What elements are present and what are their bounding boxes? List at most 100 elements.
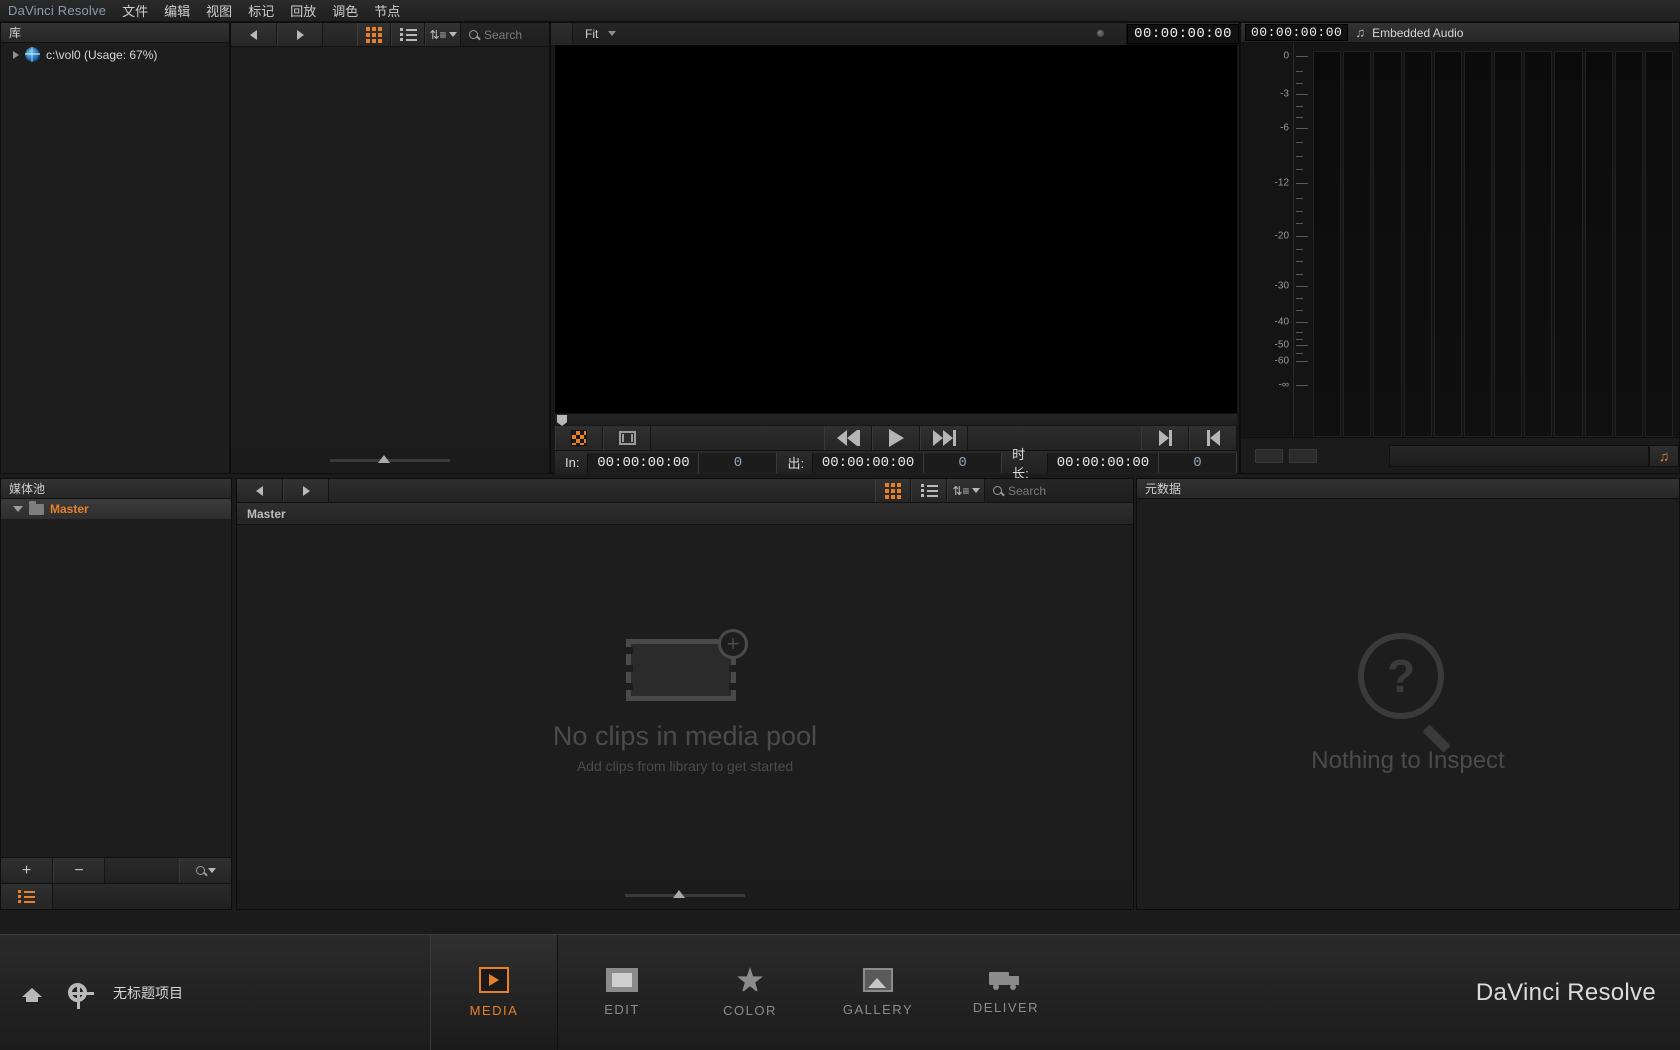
browser-search-input[interactable]: Search [461, 23, 549, 46]
pool-forward-button[interactable] [283, 479, 329, 502]
app-menu-davinci-resolve[interactable]: DaVinci Resolve [8, 3, 106, 18]
browser-zoom-handle[interactable] [378, 454, 390, 463]
media-pool-title: 媒体池 [1, 479, 231, 499]
media-pool-filter-button[interactable] [179, 858, 231, 883]
viewer-scrubber[interactable] [555, 413, 1237, 426]
browser-zoom-slider[interactable] [231, 447, 549, 473]
page-button-gallery[interactable]: GALLERY [814, 935, 942, 1050]
audio-channel-12[interactable] [1644, 51, 1674, 437]
pool-sort-button[interactable]: ⇅≡ [947, 479, 985, 502]
db-label-m6: -6 [1280, 122, 1289, 134]
in-point-timecode[interactable]: 00:00:00:00 [587, 452, 700, 473]
browser-zoom-track[interactable] [330, 454, 450, 463]
media-pool-empty-state[interactable]: + No clips in media pool Add clips from … [237, 525, 1133, 881]
home-icon[interactable] [22, 984, 42, 1002]
library-tree[interactable]: c:\vol0 (Usage: 67%) [1, 43, 229, 473]
pool-back-button[interactable] [237, 479, 283, 502]
menu-item-view[interactable]: 视图 [206, 1, 232, 20]
out-point-timecode[interactable]: 00:00:00:00 [812, 452, 925, 473]
page-label-color: COLOR [723, 1003, 777, 1018]
menu-item-playback[interactable]: 回放 [290, 1, 316, 20]
audio-channel-8[interactable] [1524, 51, 1553, 437]
audio-db-ticks [1293, 43, 1309, 437]
chevron-left-icon [250, 29, 257, 40]
pool-list-view-button[interactable] [911, 479, 947, 502]
audio-footer-strip[interactable] [1389, 444, 1649, 467]
audio-channel-6[interactable] [1463, 51, 1493, 437]
browser-list-view-button[interactable] [391, 23, 425, 46]
play-button[interactable] [872, 426, 920, 450]
viewer-zoom-select[interactable]: Fit [573, 22, 1128, 45]
audio-timecode[interactable]: 00:00:00:00 [1245, 24, 1349, 41]
pool-search-input[interactable]: Search [985, 479, 1133, 502]
db-label-m40: -40 [1274, 316, 1289, 328]
audio-channel-5[interactable] [1433, 51, 1462, 437]
disclosure-triangle-down-icon[interactable] [13, 506, 23, 512]
pool-thumbnail-view-button[interactable] [875, 479, 911, 502]
audio-channel-11[interactable] [1614, 51, 1643, 437]
viewer-options-button[interactable] [551, 22, 573, 45]
pool-zoom-handle[interactable] [673, 889, 685, 898]
jump-to-start-button[interactable] [824, 426, 872, 450]
page-button-edit[interactable]: EDIT [558, 935, 686, 1050]
globe-icon [25, 47, 40, 62]
pool-toolbar-gap [329, 479, 875, 502]
menu-item-mark[interactable]: 标记 [248, 1, 274, 20]
viewer-inout-bar: In: 00:00:00:00 0 出: 00:00:00:00 0 时长: 0… [555, 447, 1237, 481]
menu-item-edit[interactable]: 编辑 [164, 1, 190, 20]
audio-channel-7[interactable] [1494, 51, 1523, 437]
in-point-frames[interactable]: 0 [699, 452, 778, 473]
playhead-icon[interactable] [557, 415, 567, 426]
audio-footer-box-2[interactable] [1289, 448, 1317, 463]
music-note-icon: ♫ [1658, 447, 1670, 464]
bottom-bar-spacer [0, 914, 1680, 934]
audio-channel-2[interactable] [1343, 51, 1372, 437]
pool-zoom-slider[interactable] [237, 881, 1133, 909]
metadata-view-button[interactable] [1, 884, 53, 909]
mark-out-button[interactable] [1141, 426, 1189, 450]
menu-item-nodes[interactable]: 节点 [374, 1, 400, 20]
gear-icon[interactable] [68, 983, 94, 1009]
duration-timecode[interactable]: 00:00:00:00 [1047, 452, 1159, 473]
viewer-timecode[interactable]: 00:00:00:00 [1127, 23, 1239, 44]
library-item-volume[interactable]: c:\vol0 (Usage: 67%) [1, 43, 229, 66]
media-pool-bin-master[interactable]: Master [1, 499, 231, 519]
disclosure-triangle-icon[interactable] [13, 50, 19, 59]
mark-in-button[interactable] [1189, 426, 1237, 450]
remove-bin-button[interactable]: − [53, 858, 105, 883]
audio-channel-9[interactable] [1554, 51, 1583, 437]
filmstrip-view-button[interactable] [603, 426, 651, 450]
menu-item-file[interactable]: 文件 [122, 1, 148, 20]
duration-label: 时长: [1012, 446, 1029, 481]
viewer-zoom-value: Fit [585, 26, 599, 41]
menu-item-color[interactable]: 调色 [332, 1, 358, 20]
skip-back-icon [836, 430, 860, 446]
browser-back-button[interactable] [231, 23, 277, 46]
chevron-right-icon [302, 485, 310, 496]
out-point-frames[interactable]: 0 [924, 452, 1003, 473]
duration-frames[interactable]: 0 [1159, 452, 1237, 473]
audio-footer-box-1[interactable] [1255, 448, 1283, 463]
media-pool-tree[interactable]: Master [1, 499, 231, 857]
media-pool-content-panel: ⇅≡ Search Master + No clips in media poo… [236, 478, 1134, 910]
page-button-color[interactable]: COLOR [686, 935, 814, 1050]
page-button-media[interactable]: MEDIA [430, 934, 558, 1050]
audio-toggle-button[interactable]: ♫ [1649, 444, 1679, 467]
browser-thumbnail-view-button[interactable] [357, 23, 391, 46]
pool-zoom-track[interactable] [625, 889, 745, 898]
audio-channel-1[interactable] [1313, 51, 1342, 437]
add-bin-button[interactable]: + [1, 858, 53, 883]
audio-channel-10[interactable] [1584, 51, 1613, 437]
viewer-transport-bar [555, 426, 1237, 450]
alpha-checkerboard-button[interactable] [555, 426, 603, 450]
viewer-video-area[interactable] [555, 45, 1237, 413]
page-button-deliver[interactable]: DELIVER [942, 935, 1070, 1050]
db-label-0: 0 [1283, 50, 1289, 62]
browser-sort-button[interactable]: ⇅≡ [425, 23, 461, 46]
db-label-m50: -50 [1274, 339, 1289, 351]
browser-forward-button[interactable] [277, 23, 323, 46]
browser-thumbnail-canvas[interactable] [231, 47, 549, 447]
audio-channel-3[interactable] [1373, 51, 1402, 437]
jump-to-end-button[interactable] [920, 426, 968, 450]
audio-channel-4[interactable] [1403, 51, 1432, 437]
